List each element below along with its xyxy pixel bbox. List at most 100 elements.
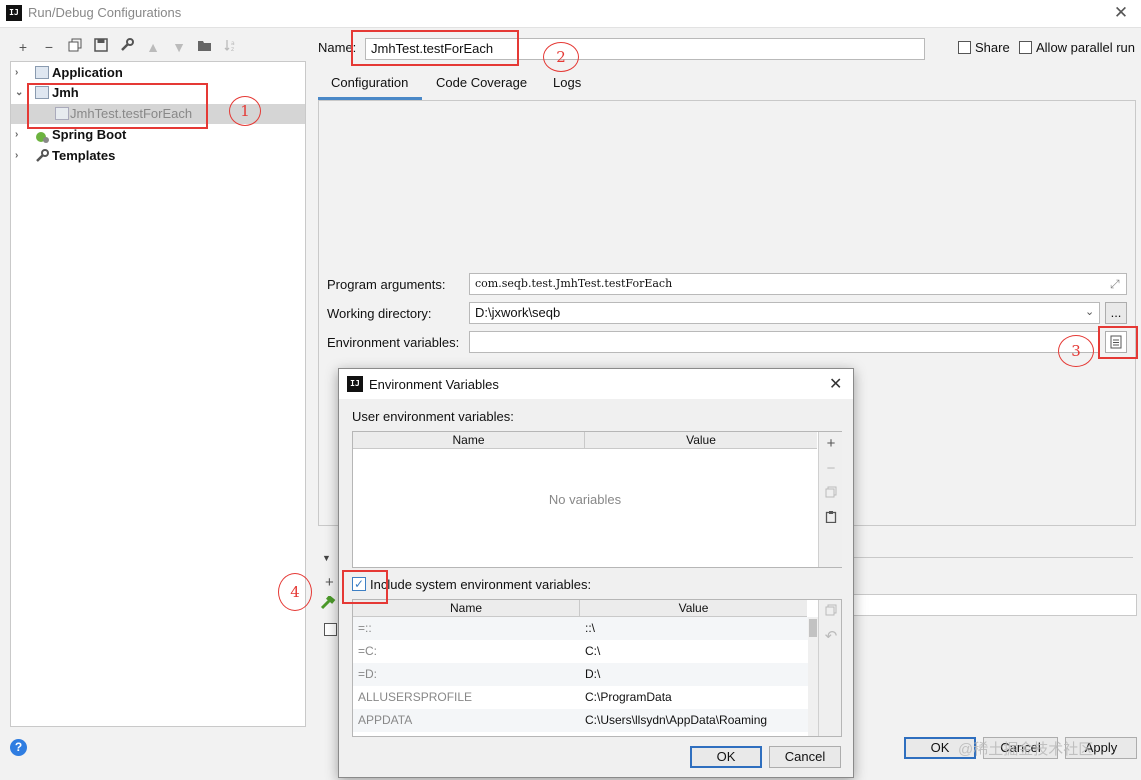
user-variables-label: User environment variables: (352, 409, 514, 424)
move-up-button[interactable]: ▲ (144, 38, 162, 56)
scrollbar-thumb[interactable] (809, 619, 817, 637)
allow-parallel-label: Allow parallel run (1036, 40, 1135, 55)
move-down-button[interactable]: ▼ (170, 38, 188, 56)
annotation-box-2 (351, 30, 519, 66)
tree-item-templates[interactable]: › Templates (11, 146, 305, 166)
working-directory-label: Working directory: (327, 306, 432, 321)
annotation-circle-1: 1 (229, 96, 261, 126)
variable-name: =:: (358, 621, 372, 635)
share-label: Share (975, 40, 1010, 55)
annotation-box-3 (1098, 326, 1138, 359)
paste-icon (825, 511, 837, 524)
save-configuration-button[interactable] (92, 38, 110, 56)
add-configuration-button[interactable]: + (14, 38, 32, 56)
column-header-value[interactable]: Value (585, 432, 817, 449)
copy-configuration-button[interactable] (66, 38, 84, 56)
tab-logs[interactable]: Logs (553, 75, 581, 97)
table-row[interactable]: =D: D:\ (353, 663, 808, 686)
wrench-icon (121, 38, 134, 51)
browse-directory-button[interactable]: ... (1105, 302, 1127, 324)
dialog-ok-button[interactable]: OK (690, 746, 762, 768)
intellij-logo-icon: IJ (6, 5, 22, 21)
dialog-title-bar: IJ Environment Variables ✕ (339, 369, 853, 399)
add-variable-button[interactable]: + (822, 435, 840, 453)
user-variables-table[interactable]: Name Value No variables + − (352, 431, 842, 568)
edit-defaults-button[interactable] (118, 38, 136, 56)
window-title: Run/Debug Configurations (28, 5, 182, 20)
tree-item-application[interactable]: › Application (11, 63, 305, 83)
variable-name: APPDATA (358, 713, 413, 727)
include-system-variables-label: Include system environment variables: (370, 577, 592, 592)
copy-icon (68, 38, 82, 52)
program-arguments-label: Program arguments: (327, 277, 446, 292)
application-icon (35, 66, 49, 79)
window-close-button[interactable]: ✕ (1108, 2, 1134, 24)
variable-value: ::\ (585, 621, 596, 635)
plus-icon[interactable]: + (325, 574, 334, 591)
watermark: @稀土掘金技术社区 (958, 741, 1094, 758)
chevron-down-icon[interactable]: ⌄ (15, 83, 27, 103)
dialog-close-button[interactable]: ✕ (829, 374, 842, 394)
chevron-right-icon[interactable]: › (15, 63, 27, 83)
remove-variable-button[interactable]: − (822, 460, 840, 478)
share-checkbox[interactable] (958, 41, 971, 54)
chevron-down-icon[interactable]: ⌄ (1085, 305, 1094, 318)
copy-icon (825, 486, 837, 498)
copy-variable-button[interactable] (822, 485, 840, 503)
chevron-right-icon[interactable]: › (15, 146, 27, 166)
variable-value: D:\ (585, 667, 601, 681)
svg-text:z: z (231, 46, 234, 52)
remove-configuration-button[interactable]: − (40, 38, 58, 56)
title-bar: IJ Run/Debug Configurations ✕ (0, 0, 1141, 28)
sort-button[interactable]: az (222, 38, 240, 56)
paste-variable-button[interactable] (822, 510, 840, 528)
variable-value: C:\ProgramData (585, 690, 672, 704)
environment-variables-label: Environment variables: (327, 335, 460, 350)
tab-configuration[interactable]: Configuration (331, 75, 408, 97)
table-scrollbar[interactable] (808, 617, 818, 736)
intellij-logo-icon: IJ (347, 376, 363, 392)
environment-variables-field[interactable] (469, 331, 1100, 353)
column-header-value[interactable]: Value (580, 600, 807, 617)
system-variables-table[interactable]: Name Value =:: ::\ =C: C:\ =D: D:\ ALLUS… (352, 599, 842, 737)
tab-code-coverage[interactable]: Code Coverage (436, 75, 527, 97)
save-icon (94, 38, 108, 52)
configuration-tree[interactable]: › Application ⌄ Jmh JmhTest.testForEach … (10, 61, 306, 727)
system-variables-rows: =:: ::\ =C: C:\ =D: D:\ ALLUSERSPROFILE … (353, 617, 808, 732)
user-vars-toolbar: + − (818, 432, 842, 567)
help-button[interactable]: ? (10, 739, 27, 756)
annotation-circle-2: 2 (543, 42, 579, 72)
wrench-icon (35, 149, 49, 169)
system-vars-toolbar: ↶ (818, 600, 841, 736)
variable-value: C:\Users\llsydn\AppData\Roaming (585, 713, 768, 727)
annotation-box-4 (342, 570, 388, 604)
chevron-right-icon[interactable]: › (15, 125, 27, 145)
working-directory-field[interactable]: D:\jxwork\seqb (469, 302, 1100, 324)
table-row[interactable]: =:: ::\ (353, 617, 808, 640)
folder-icon (198, 41, 211, 51)
variable-name: =C: (358, 644, 378, 658)
create-folder-button[interactable] (196, 38, 214, 56)
copy-variable-button[interactable] (822, 603, 840, 621)
show-page-checkbox[interactable] (324, 623, 337, 636)
dialog-title: Environment Variables (369, 377, 499, 392)
tree-item-label: Templates (52, 148, 116, 163)
annotation-circle-3: 3 (1058, 335, 1094, 367)
table-row[interactable]: =C: C:\ (353, 640, 808, 663)
program-arguments-field[interactable]: com.seqb.test.JmhTest.testForEach (469, 273, 1127, 295)
dialog-cancel-button[interactable]: Cancel (769, 746, 841, 768)
sort-icon: az (224, 40, 235, 53)
table-row[interactable]: APPDATA C:\Users\llsydn\AppData\Roaming (353, 709, 808, 732)
column-header-name[interactable]: Name (353, 432, 585, 449)
copy-icon (825, 604, 837, 616)
expand-icon[interactable]: ⤢ (1110, 277, 1120, 292)
tree-item-label: Application (52, 65, 123, 80)
variable-name: ALLUSERSPROFILE (358, 690, 473, 704)
allow-parallel-checkbox[interactable] (1019, 41, 1032, 54)
undo-icon[interactable]: ↶ (822, 628, 840, 646)
build-hammer-icon (320, 594, 336, 613)
variable-value: C:\ (585, 644, 601, 658)
collapse-arrow-icon[interactable]: ▼ (322, 553, 331, 563)
empty-table-text: No variables (548, 492, 622, 507)
table-row[interactable]: ALLUSERSPROFILE C:\ProgramData (353, 686, 808, 709)
